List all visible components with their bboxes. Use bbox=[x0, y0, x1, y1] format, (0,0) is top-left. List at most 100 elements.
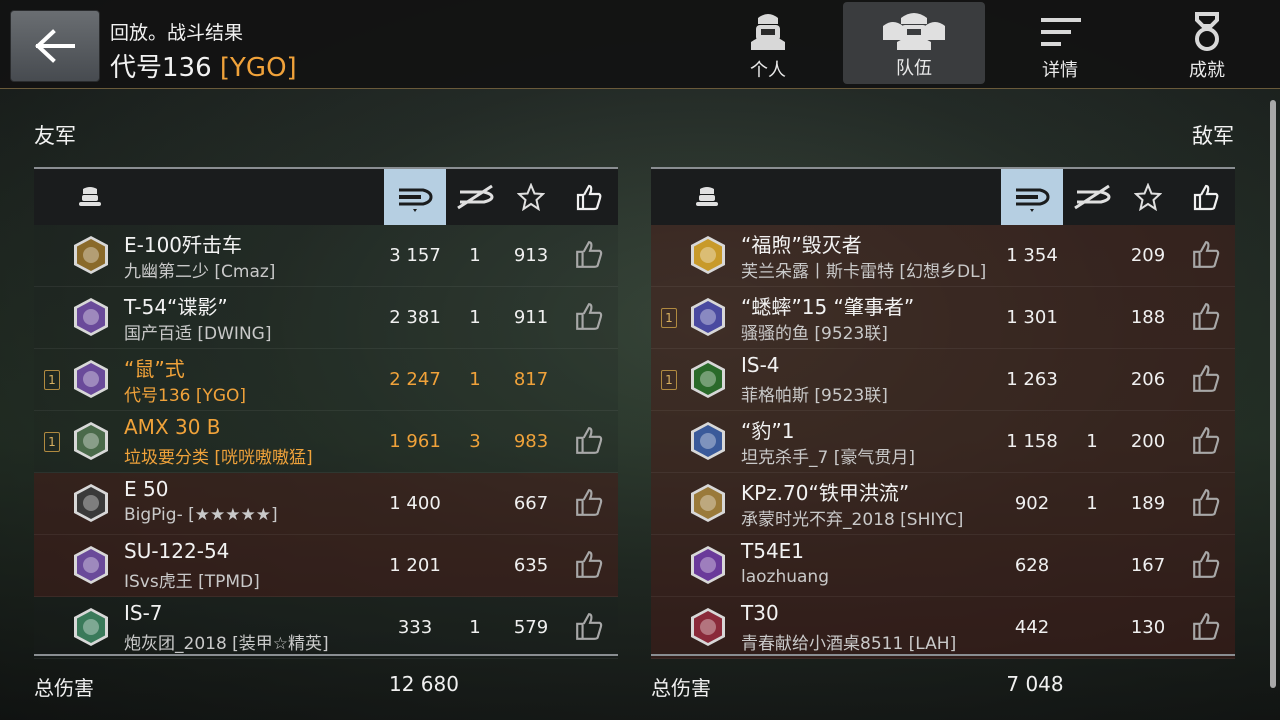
tank-icon bbox=[79, 187, 101, 206]
thumbs-up-icon[interactable] bbox=[574, 301, 606, 333]
kills-column-header[interactable] bbox=[446, 169, 504, 225]
ally-row[interactable]: E-100歼击车 九幽第二少 [Cmaz] 3 157 1 913 bbox=[34, 225, 618, 287]
allies-total-damage: 12 680 bbox=[389, 672, 459, 696]
damage-icon bbox=[1016, 188, 1050, 212]
scrollbar[interactable] bbox=[1270, 100, 1276, 688]
kills-value: 1 bbox=[469, 369, 481, 390]
damage-value: 442 bbox=[1014, 617, 1050, 638]
thumbs-up-icon bbox=[576, 184, 602, 211]
thumbs-up-icon[interactable] bbox=[574, 611, 606, 643]
rank-badge: 1 bbox=[44, 370, 60, 390]
thumbs-up-icon[interactable] bbox=[574, 239, 606, 271]
like-column-header[interactable] bbox=[1177, 169, 1235, 225]
player-name: 承蒙时光不弃_2018 [SHIYC] bbox=[741, 510, 964, 530]
rank-badge: 1 bbox=[44, 432, 60, 452]
damage-value: 1 201 bbox=[389, 555, 441, 576]
tank-emblem-icon bbox=[70, 420, 112, 462]
tank-emblem-icon bbox=[687, 606, 729, 648]
score-column-header[interactable] bbox=[504, 169, 558, 225]
thumbs-up-icon[interactable] bbox=[1191, 549, 1223, 581]
like-column-header[interactable] bbox=[560, 169, 618, 225]
tank-icon bbox=[696, 187, 718, 206]
tab-details[interactable]: 详情 bbox=[989, 0, 1131, 86]
allies-table-header bbox=[34, 167, 618, 225]
tank-column-icon bbox=[70, 169, 110, 225]
kills-value: 1 bbox=[469, 617, 481, 638]
ally-row[interactable]: 1 AMX 30 B 垃圾要分类 [咣咣嗷嗷猛] 1 961 3 983 bbox=[34, 411, 618, 473]
allies-table: E-100歼击车 九幽第二少 [Cmaz] 3 157 1 913 T-54“谍影” 国产百… bbox=[34, 167, 618, 659]
tank-emblem-icon bbox=[687, 482, 729, 524]
allies-total-label: 总伤害 bbox=[34, 676, 94, 700]
kills-value bbox=[1063, 349, 1121, 410]
tank-name: KPz.70“铁甲洪流” bbox=[741, 481, 910, 505]
arrow-left-icon bbox=[35, 29, 75, 63]
ally-row[interactable]: IS-7 炮灰团_2018 [装甲☆精英] 333 1 579 bbox=[34, 597, 618, 659]
score-value: 667 bbox=[513, 493, 549, 514]
tab-team[interactable]: 队伍 bbox=[843, 2, 985, 84]
score-column-header[interactable] bbox=[1121, 169, 1175, 225]
thumbs-up-icon[interactable] bbox=[1191, 239, 1223, 271]
tank-name: “鼠”式 bbox=[124, 357, 185, 381]
damage-icon bbox=[399, 188, 433, 212]
allies-footer-divider bbox=[34, 654, 618, 656]
thumbs-up-icon[interactable] bbox=[1191, 363, 1223, 395]
tank-name: E 50 bbox=[124, 477, 169, 501]
player-name: 骚骚的鱼 [9523联] bbox=[741, 324, 888, 344]
damage-value: 2 247 bbox=[389, 369, 441, 390]
tab-achievements[interactable]: 成就 bbox=[1136, 0, 1278, 86]
thumbs-up-icon[interactable] bbox=[1191, 425, 1223, 457]
enemy-row[interactable]: 1 IS-4 菲格帕斯 [9523联] 1 263 206 bbox=[651, 349, 1235, 411]
player-name: 炮灰团_2018 [装甲☆精英] bbox=[124, 634, 329, 654]
enemy-row[interactable]: “福煦”毁灭者 芙兰朵露丨斯卡雷特 [幻想乡DL] 1 354 209 bbox=[651, 225, 1235, 287]
damage-value: 333 bbox=[397, 617, 433, 638]
enemy-row[interactable]: T54E1 laozhuang 628 167 bbox=[651, 535, 1235, 597]
player-clan: [YGO] bbox=[219, 53, 297, 83]
tab-personal[interactable]: 个人 bbox=[697, 0, 839, 86]
back-button[interactable] bbox=[10, 10, 100, 82]
tank-emblem-icon bbox=[70, 544, 112, 586]
tab-achievements-label: 成就 bbox=[1189, 60, 1225, 81]
tab-personal-label: 个人 bbox=[750, 60, 786, 81]
ally-row[interactable]: E 50 BigPig- [★★★★★] 1 400 667 bbox=[34, 473, 618, 535]
thumbs-up-icon[interactable] bbox=[1191, 487, 1223, 519]
enemy-row[interactable]: T30 青春献给小酒桌8511 [LAH] 442 130 bbox=[651, 597, 1235, 659]
star-icon bbox=[1134, 183, 1162, 211]
ally-row[interactable]: SU-122-54 ISvs虎王 [TPMD] 1 201 635 bbox=[34, 535, 618, 597]
tank-emblem-icon bbox=[70, 296, 112, 338]
player-name: 代号136 bbox=[110, 53, 212, 83]
enemy-row[interactable]: “豹”1 坦克杀手_7 [豪气贯月] 1 158 1 200 bbox=[651, 411, 1235, 473]
kills-column-header[interactable] bbox=[1063, 169, 1121, 225]
score-value: 913 bbox=[513, 245, 549, 266]
tank-emblem-icon bbox=[687, 544, 729, 586]
player-name: 菲格帕斯 [9523联] bbox=[741, 386, 888, 406]
thumbs-up-icon[interactable] bbox=[1191, 301, 1223, 333]
enemy-row[interactable]: KPz.70“铁甲洪流” 承蒙时光不弃_2018 [SHIYC] 902 1 189 bbox=[651, 473, 1235, 535]
player-name: 芙兰朵露丨斯卡雷特 [幻想乡DL] bbox=[741, 262, 987, 282]
tank-emblem-icon bbox=[70, 358, 112, 400]
score-value: 206 bbox=[1130, 369, 1166, 390]
enemies-total-damage: 7 048 bbox=[1006, 672, 1064, 696]
tank-name: IS-7 bbox=[124, 601, 163, 625]
allies-label: 友军 bbox=[34, 124, 76, 148]
kills-value bbox=[1063, 225, 1121, 286]
tank-name: T54E1 bbox=[741, 539, 805, 563]
damage-value: 1 158 bbox=[1006, 431, 1058, 452]
enemies-label: 敌军 bbox=[1192, 124, 1234, 148]
ally-row[interactable]: T-54“谍影” 国产百适 [DWING] 2 381 1 911 bbox=[34, 287, 618, 349]
damage-value: 1 263 bbox=[1006, 369, 1058, 390]
tank-name: T-54“谍影” bbox=[124, 295, 228, 319]
thumbs-up-icon[interactable] bbox=[574, 487, 606, 519]
damage-column-header[interactable] bbox=[384, 169, 446, 225]
ally-row[interactable]: 1 “鼠”式 代号136 [YGO] 2 247 1 817 bbox=[34, 349, 618, 411]
thumbs-up-icon[interactable] bbox=[574, 425, 606, 457]
damage-column-header[interactable] bbox=[1001, 169, 1063, 225]
damage-value: 1 961 bbox=[389, 431, 441, 452]
tank-column-icon bbox=[687, 169, 727, 225]
medal-icon bbox=[1195, 12, 1219, 51]
thumbs-up-icon[interactable] bbox=[1191, 611, 1223, 643]
tank-name: T30 bbox=[741, 601, 779, 625]
thumbs-up-icon[interactable] bbox=[574, 549, 606, 581]
player-name: 坦克杀手_7 [豪气贯月] bbox=[741, 448, 915, 468]
enemy-row[interactable]: 1 “蟋蟀”15 “肇事者” 骚骚的鱼 [9523联] 1 301 188 bbox=[651, 287, 1235, 349]
rank-badge: 1 bbox=[661, 370, 677, 390]
